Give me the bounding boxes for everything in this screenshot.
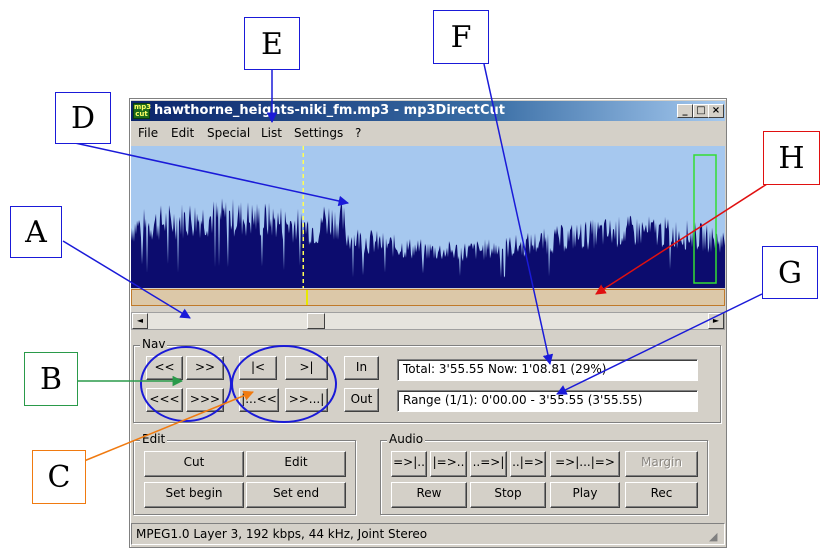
audio-play-start-button[interactable]: =>|.. (391, 451, 427, 477)
nav-back-button[interactable]: << (146, 356, 183, 380)
status-bar: MPEG1.0 Layer 3, 192 kbps, 44 kHz, Joint… (131, 523, 725, 545)
resize-grip-icon[interactable]: ◢ (709, 530, 723, 544)
in-button[interactable]: In (344, 356, 379, 380)
app-icon: mp3 cut (133, 103, 152, 119)
audio-play-range-button[interactable]: =>|...|=> (550, 451, 620, 477)
waveform-graph (131, 146, 725, 288)
menu-edit[interactable]: Edit (171, 126, 194, 140)
nav-to-end-button[interactable]: >| (285, 356, 328, 380)
stop-button[interactable]: Stop (470, 482, 546, 508)
callout-g: G (762, 246, 818, 299)
scroll-thumb[interactable] (307, 313, 325, 329)
nav-to-start-button[interactable]: |< (239, 356, 277, 380)
position-marker (306, 290, 308, 305)
scroll-right-button[interactable]: ► (708, 313, 724, 329)
edit-button[interactable]: Edit (246, 451, 346, 477)
audio-play-end-button[interactable]: ..|=> (510, 451, 546, 477)
nav-sel-end-button[interactable]: >>...| (285, 388, 328, 412)
nav-fast-forward-button[interactable]: >>> (186, 388, 224, 412)
edit-group-label: Edit (140, 432, 168, 446)
nav-sel-start-button[interactable]: |...<< (239, 388, 279, 412)
audio-group-label: Audio (387, 432, 426, 446)
set-begin-button[interactable]: Set begin (144, 482, 244, 508)
range-field: Range (1/1): 0'00.00 - 3'55.55 (3'55.55) (397, 390, 698, 412)
nav-group-label: Nav (140, 337, 168, 351)
waveform-display[interactable] (131, 146, 725, 288)
selection-strip[interactable] (131, 289, 725, 306)
total-time-field: Total: 3'55.55 Now: 1'08.81 (29%) (397, 359, 698, 381)
callout-b: B (24, 352, 78, 406)
waveform-shape (131, 198, 725, 288)
callout-c: C (32, 450, 86, 504)
menu-special[interactable]: Special (207, 126, 250, 140)
scroll-left-button[interactable]: ◄ (132, 313, 148, 329)
set-end-button[interactable]: Set end (246, 482, 346, 508)
callout-e: E (244, 17, 300, 70)
rewind-button[interactable]: Rew (391, 482, 467, 508)
callout-a: A (10, 206, 62, 258)
nav-forward-button[interactable]: >> (186, 356, 224, 380)
menu-help[interactable]: ? (355, 126, 361, 140)
maximize-button[interactable]: □ (693, 104, 709, 118)
callout-f: F (433, 10, 489, 64)
margin-button[interactable]: Margin (625, 451, 698, 477)
menu-file[interactable]: File (138, 126, 158, 140)
callout-h: H (763, 131, 820, 185)
window-title: hawthorne_heights-niki_fm.mp3 - mp3Direc… (154, 103, 505, 118)
callout-d: D (55, 92, 111, 144)
cut-button[interactable]: Cut (144, 451, 244, 477)
menu-list[interactable]: List (261, 126, 282, 140)
out-button[interactable]: Out (344, 388, 379, 412)
play-button[interactable]: Play (550, 482, 620, 508)
horizontal-scrollbar[interactable] (131, 312, 725, 330)
record-button[interactable]: Rec (625, 482, 698, 508)
nav-fast-back-button[interactable]: <<< (146, 388, 183, 412)
close-button[interactable]: × (708, 104, 724, 118)
menu-bar: File Edit Special List Settings ? (131, 123, 725, 143)
minimize-button[interactable]: _ (677, 104, 693, 118)
audio-play-from-button[interactable]: |=>.. (430, 451, 467, 477)
audio-play-to-button[interactable]: ..=>| (470, 451, 507, 477)
menu-settings[interactable]: Settings (294, 126, 343, 140)
